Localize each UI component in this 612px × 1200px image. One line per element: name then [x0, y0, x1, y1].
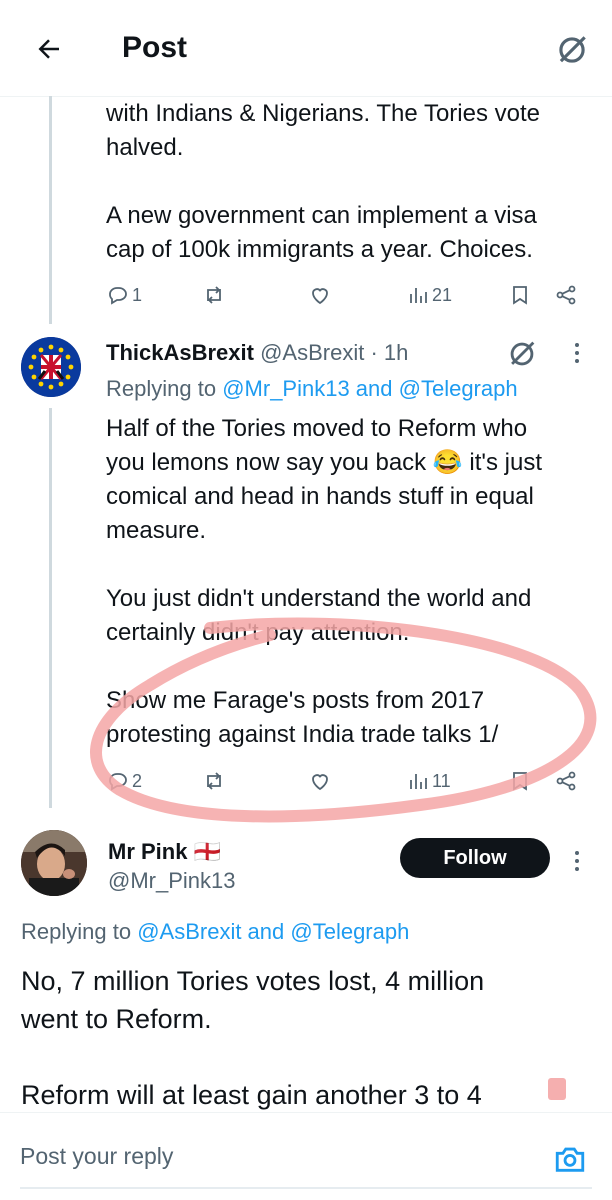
- avatar[interactable]: [21, 337, 81, 397]
- tweet-text: with Indians & Nigerians. The Tories vot…: [106, 100, 541, 263]
- author-handle[interactable]: @Mr_Pink13: [108, 868, 236, 893]
- repost-icon: [207, 286, 221, 304]
- page-title: Post: [122, 31, 188, 64]
- profile-photo-icon: [21, 830, 87, 896]
- bookmark-button[interactable]: [508, 275, 532, 315]
- reply-underline: [20, 1187, 592, 1189]
- grok-icon: [510, 341, 535, 366]
- avatar[interactable]: [21, 830, 87, 896]
- reply-count: 1: [132, 284, 143, 305]
- share-icon: [556, 285, 576, 305]
- more-button[interactable]: [565, 846, 589, 876]
- like-icon: [312, 288, 328, 305]
- like-button[interactable]: [308, 275, 332, 315]
- top-bar: Post: [0, 0, 612, 97]
- post-time: · 1h: [370, 340, 409, 365]
- annotation-mark: [548, 1078, 566, 1100]
- back-arrow-icon: [38, 39, 59, 59]
- main-tweet-text: No, 7 million Tories votes lost, 4 milli…: [21, 966, 485, 1110]
- reply-button[interactable]: 1: [106, 275, 142, 315]
- author-line: ThickAsBrexit @AsBrexit · 1h: [106, 338, 408, 368]
- grok-button[interactable]: [505, 337, 539, 371]
- more-icon: [575, 343, 579, 363]
- replying-prefix: Replying to: [106, 376, 217, 401]
- camera-button[interactable]: [550, 1139, 590, 1179]
- replying-to: Replying to @Mr_Pink13 and @Telegraph: [106, 374, 518, 404]
- reply-bar: Post your reply: [0, 1112, 612, 1200]
- views-count: 21: [432, 284, 453, 305]
- share-button[interactable]: [554, 275, 578, 315]
- tweet-actions: 1 21: [106, 275, 596, 315]
- author-name-line: Mr Pink 🏴󠁧󠁢󠁥󠁮󠁧󠁿: [108, 837, 221, 867]
- views-icon: [410, 288, 427, 303]
- reply-input[interactable]: Post your reply: [20, 1143, 173, 1170]
- annotation-circle: [90, 617, 597, 823]
- eu-flag-avatar-icon: [21, 337, 81, 397]
- thread-line: [49, 96, 52, 324]
- reply-icon: [109, 287, 127, 305]
- thread-line: [49, 408, 52, 808]
- author-handle-line: @Mr_Pink13: [108, 866, 236, 896]
- replying-prefix: Replying to: [21, 919, 132, 944]
- grok-button[interactable]: [548, 26, 596, 74]
- author-handle[interactable]: @AsBrexit: [260, 340, 364, 365]
- replying-mentions[interactable]: @AsBrexit and @Telegraph: [137, 919, 409, 944]
- bookmark-icon: [513, 286, 527, 305]
- author-name[interactable]: Mr Pink 🏴󠁧󠁢󠁥󠁮󠁧󠁿: [108, 839, 221, 864]
- replying-mentions[interactable]: @Mr_Pink13 and @Telegraph: [222, 376, 517, 401]
- grok-icon: [559, 36, 586, 63]
- more-icon: [575, 851, 579, 871]
- back-button[interactable]: [26, 26, 72, 72]
- more-button[interactable]: [565, 338, 589, 368]
- follow-button[interactable]: Follow: [400, 838, 550, 878]
- views-button[interactable]: 21: [406, 275, 452, 315]
- repost-button[interactable]: [202, 275, 226, 315]
- camera-icon: [555, 1147, 585, 1172]
- author-name[interactable]: ThickAsBrexit: [106, 340, 254, 365]
- replying-to: Replying to @AsBrexit and @Telegraph: [21, 917, 409, 947]
